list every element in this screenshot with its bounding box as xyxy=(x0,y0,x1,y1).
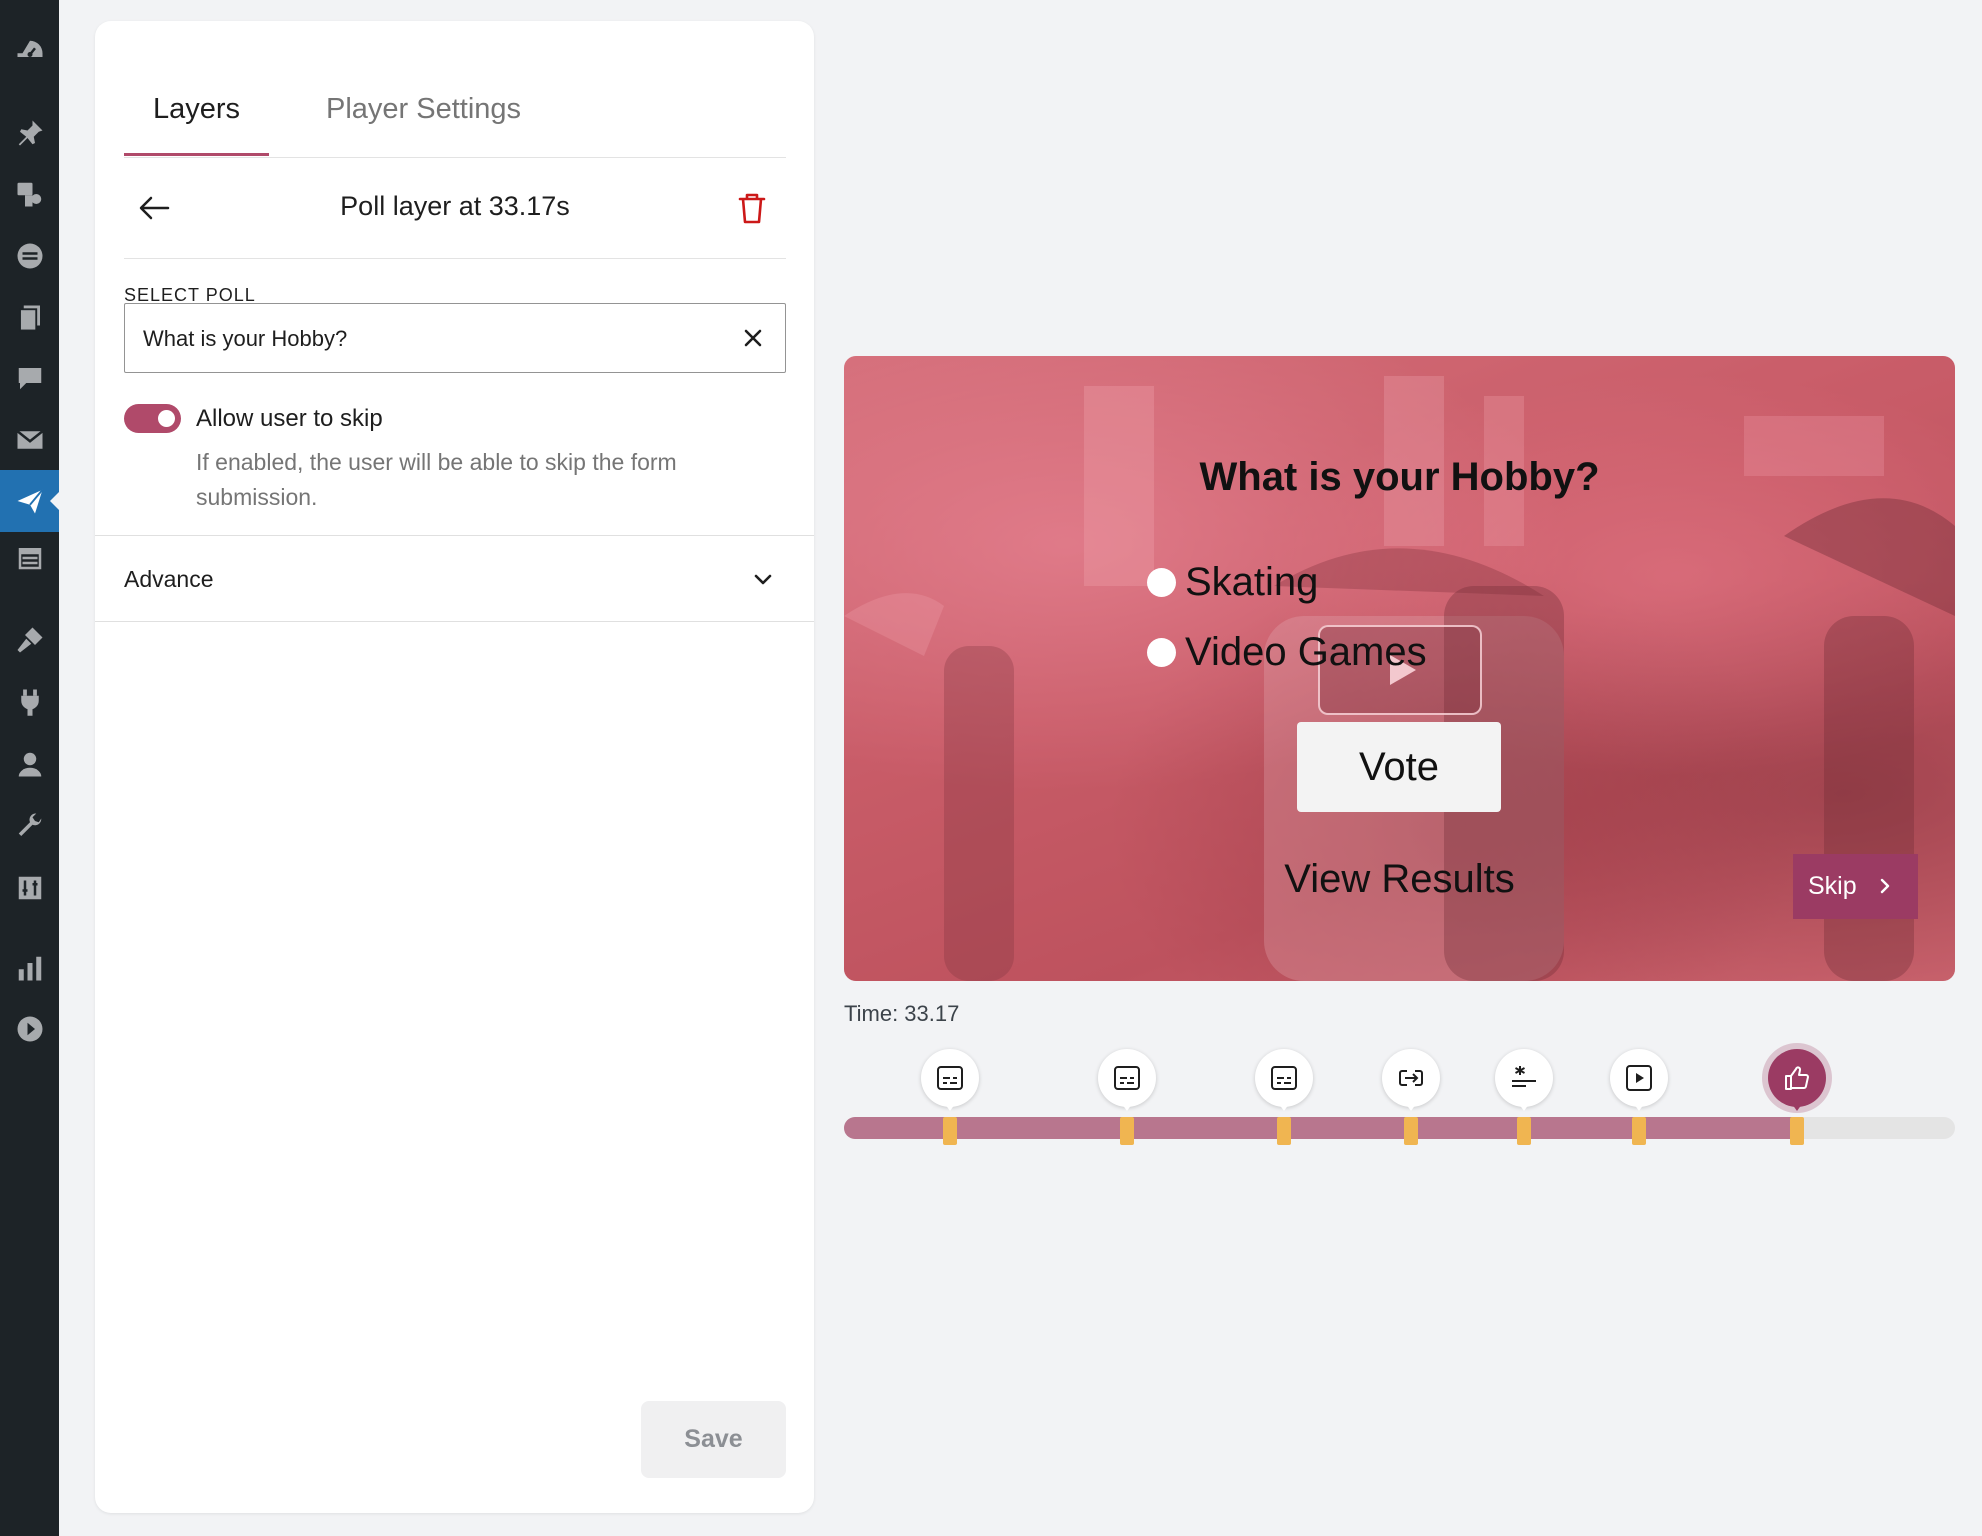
radio-button[interactable] xyxy=(1147,568,1176,597)
chevron-down-icon xyxy=(754,574,772,585)
radio-button[interactable] xyxy=(1147,638,1176,667)
allow-skip-help: If enabled, the user will be able to ski… xyxy=(196,449,677,510)
marker-pin[interactable] xyxy=(1098,1049,1157,1111)
marker-tick xyxy=(942,1117,957,1145)
timeline-marker[interactable] xyxy=(1254,1049,1313,1145)
plugins-icon[interactable] xyxy=(0,682,59,722)
tab-bar: Layers Player Settings xyxy=(124,61,786,158)
appearance-icon[interactable] xyxy=(0,620,59,660)
marker-tick xyxy=(1516,1117,1531,1145)
marker-pin[interactable] xyxy=(1254,1049,1313,1111)
timeline-marker[interactable] xyxy=(920,1049,979,1145)
video-preview[interactable]: What is your Hobby? Skating Video Games … xyxy=(844,356,1955,981)
layer-settings-panel: Layers Player Settings Poll layer at 33.… xyxy=(95,21,814,1513)
timeline-marker[interactable] xyxy=(1098,1049,1157,1145)
time-readout: Time: 33.17 xyxy=(844,1001,960,1026)
advance-label: Advance xyxy=(124,566,214,592)
play-icon[interactable] xyxy=(0,1009,59,1049)
pages-icon[interactable] xyxy=(0,298,59,338)
view-results-link[interactable]: View Results xyxy=(844,857,1955,902)
timeline-marker[interactable] xyxy=(1768,1049,1827,1145)
pin-icon[interactable] xyxy=(0,113,59,153)
sparkle-icon xyxy=(1509,1063,1539,1093)
caption-icon xyxy=(935,1063,965,1093)
vote-button[interactable]: Vote xyxy=(1297,722,1501,812)
marker-pin[interactable] xyxy=(920,1049,979,1111)
dashboard-icon[interactable] xyxy=(0,32,59,72)
layer-title: Poll layer at 33.17s xyxy=(340,191,570,221)
marker-tick xyxy=(1632,1117,1647,1145)
poll-option-skating[interactable]: Skating xyxy=(1147,560,1318,605)
close-icon xyxy=(744,329,762,347)
poll-option-label: Skating xyxy=(1185,560,1319,604)
skip-label: Skip xyxy=(1808,872,1857,900)
active-tab-indicator xyxy=(124,153,269,156)
trash-icon xyxy=(738,193,766,224)
mail-icon[interactable] xyxy=(0,420,59,460)
tab-layers[interactable]: Layers xyxy=(153,93,240,126)
marker-tick xyxy=(1790,1117,1805,1145)
settings-icon[interactable] xyxy=(0,868,59,908)
delete-layer-button[interactable] xyxy=(734,188,770,228)
comments-icon[interactable] xyxy=(0,358,59,398)
timeline-marker[interactable] xyxy=(1381,1049,1440,1145)
marker-tick xyxy=(1120,1117,1135,1145)
caption-icon xyxy=(1112,1063,1142,1093)
tab-player-settings[interactable]: Player Settings xyxy=(326,93,521,126)
allow-skip-label: Allow user to skip xyxy=(196,405,383,432)
poll-question: What is your Hobby? xyxy=(1199,455,1600,499)
presto-player-icon[interactable] xyxy=(0,470,59,532)
link-icon xyxy=(1396,1063,1426,1093)
caption-icon xyxy=(1269,1063,1299,1093)
tools-icon[interactable] xyxy=(0,806,59,846)
select-poll-value: What is your Hobby? xyxy=(143,326,348,351)
admin-sidebar xyxy=(0,0,59,1536)
marker-tick xyxy=(1276,1117,1291,1145)
users-icon[interactable] xyxy=(0,744,59,784)
timeline-marker[interactable] xyxy=(1610,1049,1669,1145)
clear-selection-button[interactable] xyxy=(737,322,769,354)
allow-skip-toggle[interactable] xyxy=(124,404,181,433)
marker-pin[interactable] xyxy=(1381,1049,1440,1111)
chevron-right-icon xyxy=(1880,878,1890,894)
layer-header: Poll layer at 33.17s xyxy=(124,158,786,259)
marker-pin[interactable] xyxy=(1610,1049,1669,1111)
marker-tick xyxy=(1403,1117,1418,1145)
save-button[interactable]: Save xyxy=(641,1401,786,1478)
media-icon[interactable] xyxy=(0,174,59,214)
poll-option-video-games[interactable]: Video Games xyxy=(1147,630,1427,675)
marker-pin[interactable] xyxy=(1768,1049,1827,1111)
select-poll-combobox[interactable]: What is your Hobby? xyxy=(124,303,786,373)
calendar-icon[interactable] xyxy=(0,538,59,578)
skip-button[interactable]: Skip xyxy=(1793,854,1918,919)
advance-section-toggle[interactable]: Advance xyxy=(95,536,814,622)
play-icon xyxy=(1624,1063,1654,1093)
analytics-icon[interactable] xyxy=(0,948,59,988)
timeline-marker[interactable] xyxy=(1494,1049,1553,1145)
forms-icon[interactable] xyxy=(0,236,59,276)
marker-pin[interactable] xyxy=(1494,1049,1553,1111)
poll-option-label: Video Games xyxy=(1185,630,1427,674)
thumbs-up-icon xyxy=(1782,1063,1812,1093)
